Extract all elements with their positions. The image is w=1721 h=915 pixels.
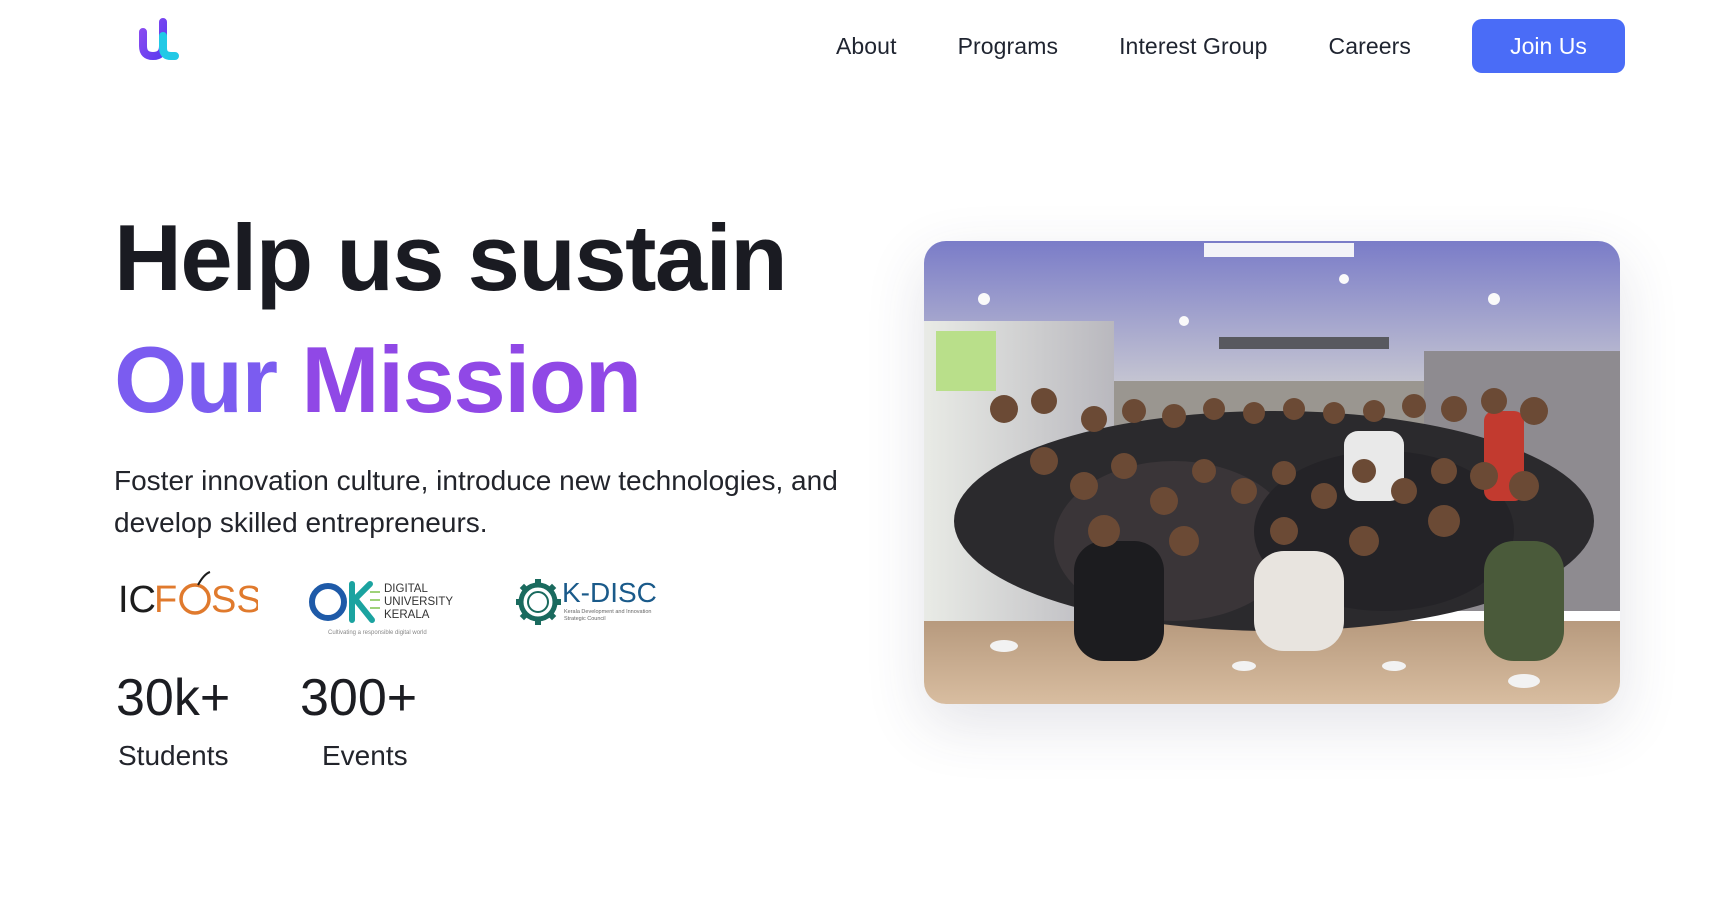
page: About Programs Interest Group Careers Jo… (0, 0, 1721, 915)
stat-students-label: Students (118, 740, 229, 771)
svg-text:Strategic Council: Strategic Council (564, 616, 606, 622)
svg-text:Cultivating a responsible digi: Cultivating a responsible digital world (328, 630, 427, 636)
group-photo (924, 241, 1620, 704)
nav-link-careers[interactable]: Careers (1328, 33, 1411, 60)
hero-title-word-our: Our (114, 327, 278, 432)
k-disc-gear-icon (516, 579, 561, 625)
main-nav: About Programs Interest Group Careers Jo… (836, 18, 1625, 74)
nav-link-about[interactable]: About (836, 33, 897, 60)
icfoss-text-left: IC (118, 579, 156, 621)
svg-text:DIGITAL: DIGITAL (384, 583, 428, 595)
group-photo-image (924, 241, 1620, 704)
stat-events-value: 300+ (300, 669, 418, 727)
k-disc-text: K-DISC (562, 577, 657, 608)
svg-text:UNIVERSITY: UNIVERSITY (384, 596, 453, 608)
stat-events-label: Events (322, 740, 408, 771)
nav-link-interest-group[interactable]: Interest Group (1119, 33, 1267, 60)
icfoss-o-circle (179, 583, 211, 615)
mu-logo-icon[interactable] (137, 18, 181, 70)
join-us-button[interactable]: Join Us (1472, 19, 1625, 73)
svg-text:Kerala Development and Innovat: Kerala Development and Innovation (564, 609, 651, 615)
icfoss-text-right: SS (211, 579, 258, 621)
hero-title-word-mission: Mission (301, 327, 642, 432)
stat-students-value: 30k+ (116, 669, 231, 727)
digital-university-kerala-logo[interactable]: DIGITAL UNIVERSITY KERALA Cultivating a … (308, 566, 478, 638)
svg-text:F: F (154, 579, 177, 621)
hero-title-line2: Our Mission (114, 326, 642, 434)
icfoss-logo[interactable]: IC F SS (118, 566, 258, 638)
nav-link-programs[interactable]: Programs (958, 33, 1059, 60)
hero-title-line1: Help us sustain (114, 205, 788, 310)
hero-description: Foster innovation culture, introduce new… (114, 465, 838, 538)
svg-text:KERALA: KERALA (384, 609, 430, 621)
k-disc-logo[interactable]: K-DISC Kerala Development and Innovation… (516, 566, 666, 638)
